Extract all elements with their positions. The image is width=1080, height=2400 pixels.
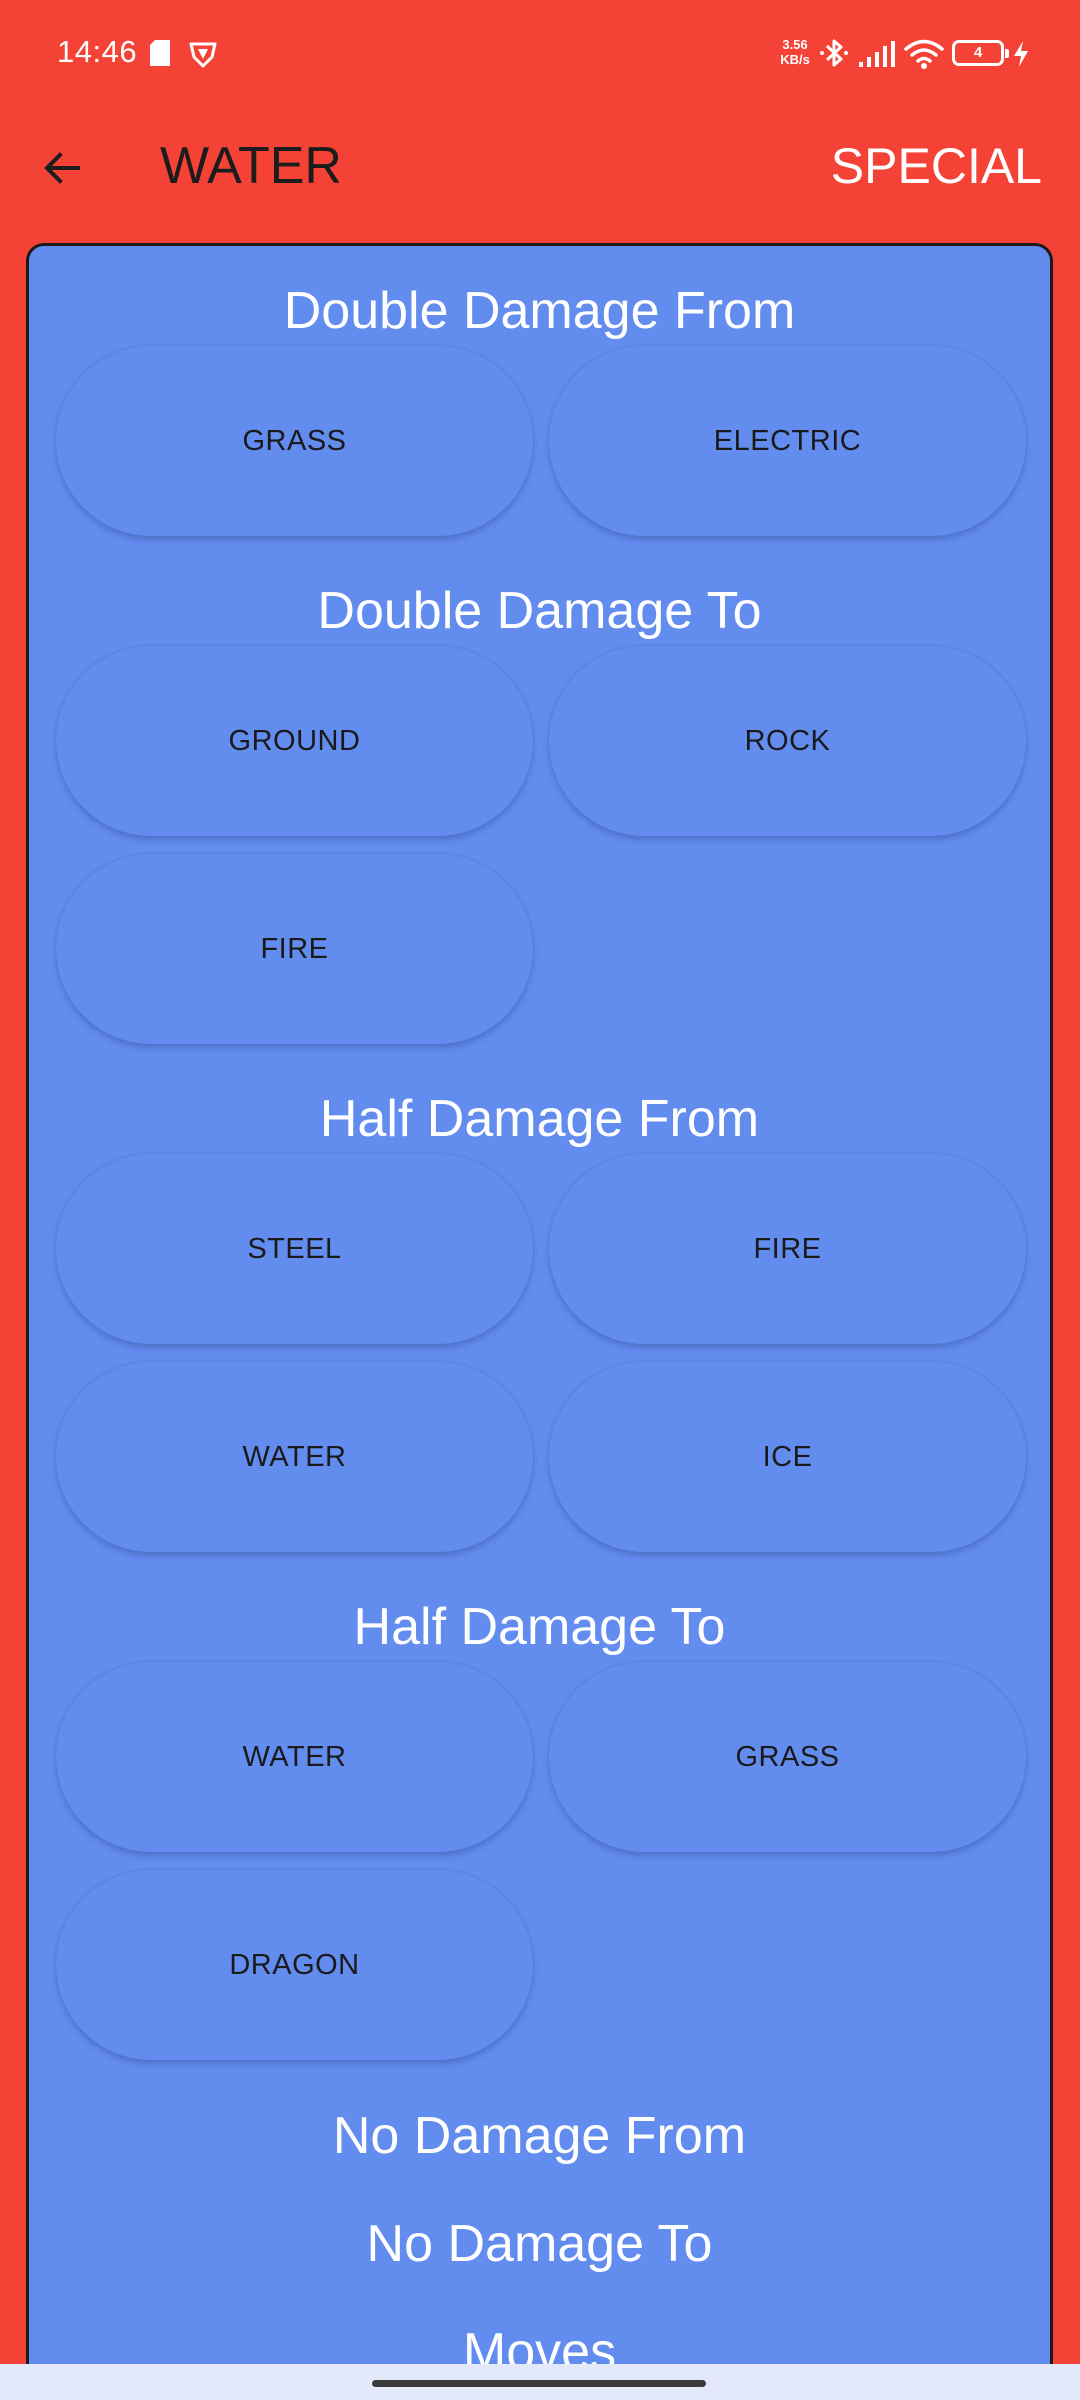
section-title-double-damage-to: Double Damage To [317, 582, 762, 640]
battery-icon: 4 [952, 40, 1009, 66]
screen: 14:46 3.56 KB/s 4 WATER SPECIAL Double D… [0, 0, 1080, 2400]
type-chip[interactable]: ICE [549, 1362, 1026, 1552]
bluetooth-icon [820, 39, 848, 67]
type-chip[interactable]: ELECTRIC [549, 346, 1026, 536]
vpn-shield-icon [189, 42, 217, 68]
type-chip[interactable]: GRASS [56, 346, 533, 536]
network-speed-value: 3.56 [782, 37, 808, 52]
charging-icon [1014, 41, 1028, 67]
network-speed-unit: KB/s [780, 52, 810, 67]
home-indicator[interactable] [372, 2380, 706, 2387]
status-bar: 14:46 3.56 KB/s 4 [0, 0, 1080, 108]
section-title-no-damage-from: No Damage From [332, 2107, 747, 2165]
type-chip[interactable]: FIRE [56, 854, 533, 1044]
sd-card-icon [150, 40, 170, 66]
section-title-half-damage-to: Half Damage To [353, 1598, 726, 1656]
back-button[interactable] [24, 130, 100, 206]
page-title: WATER [160, 137, 342, 195]
type-chip[interactable]: DRAGON [56, 1870, 533, 2060]
section-title-half-damage-from: Half Damage From [319, 1090, 760, 1148]
section-title-no-damage-to: No Damage To [366, 2215, 713, 2273]
type-chip[interactable]: GROUND [56, 646, 533, 836]
network-speed: 3.56 KB/s [776, 37, 814, 67]
app-bar: WATER SPECIAL [0, 108, 1080, 238]
arrow-left-icon [44, 152, 80, 184]
type-chip[interactable]: WATER [56, 1362, 533, 1552]
type-chip[interactable]: ROCK [549, 646, 1026, 836]
type-chip[interactable]: FIRE [549, 1154, 1026, 1344]
battery-level: 4 [973, 44, 983, 61]
type-effectiveness-card: Double Damage From GRASS ELECTRIC Double… [26, 243, 1053, 2400]
type-chip[interactable]: WATER [56, 1662, 533, 1852]
cell-signal-icon [859, 41, 895, 67]
type-chip[interactable]: STEEL [56, 1154, 533, 1344]
status-time: 14:46 [57, 34, 138, 69]
section-title-double-damage-from: Double Damage From [283, 282, 796, 340]
special-button[interactable]: SPECIAL [831, 126, 1042, 206]
type-chip[interactable]: GRASS [549, 1662, 1026, 1852]
wifi-icon [904, 39, 944, 69]
